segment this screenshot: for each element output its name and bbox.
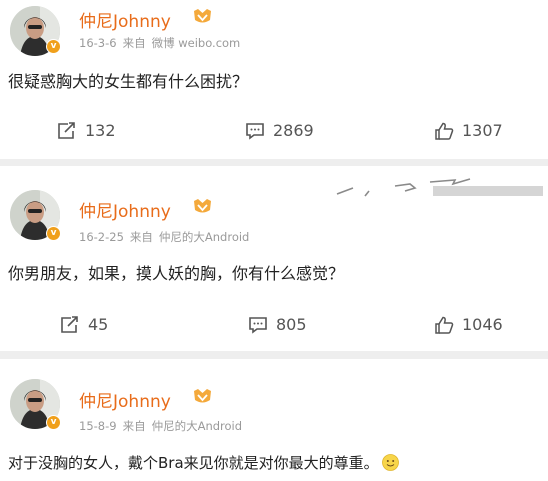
comment-count: 805	[276, 315, 307, 334]
repost-icon	[58, 121, 75, 139]
comment-icon	[249, 316, 267, 334]
username[interactable]: 仲尼Johnny	[79, 7, 171, 32]
post-meta: 16-3-6 来自 微博 weibo.com	[79, 35, 246, 51]
thumbs-up-icon	[435, 316, 454, 334]
like-button[interactable]: 1046	[434, 315, 503, 334]
repost-button[interactable]: 132	[57, 121, 116, 140]
repost-icon	[61, 315, 78, 333]
weibo-post: v 仲尼Johnny 15-8-9 来自 仲尼的大Android 对于没胸的女人，戴…	[0, 359, 548, 481]
weibo-post: v 仲尼Johnny 16-3-6 来自 微博 weibo.com 很疑惑胸大的女生…	[0, 0, 548, 159]
post-source[interactable]: 仲尼的大Android	[152, 419, 242, 433]
like-count: 1046	[462, 315, 503, 334]
comment-button[interactable]: 805	[248, 315, 307, 334]
username[interactable]: 仲尼Johnny	[79, 387, 171, 412]
post-source[interactable]: 微博 weibo.com	[152, 36, 241, 50]
post-text: 对于没胸的女人，戴个Bra来见你就是对你最大的尊重。	[8, 452, 399, 473]
verified-badge-icon: v	[46, 226, 61, 241]
post-date: 16-3-6	[79, 36, 117, 50]
member-badge-icon[interactable]	[193, 198, 212, 215]
thumbs-up-icon	[435, 122, 454, 140]
like-count: 1307	[462, 121, 503, 140]
post-meta: 15-8-9 来自 仲尼的大Android	[79, 418, 248, 434]
repost-button[interactable]: 45	[60, 315, 108, 334]
verified-badge-icon: v	[46, 39, 61, 54]
member-badge-icon[interactable]	[193, 8, 212, 25]
repost-count: 132	[85, 121, 116, 140]
member-badge-icon[interactable]	[193, 388, 212, 405]
smile-icon	[381, 454, 399, 471]
weibo-post: v 仲尼Johnny 16-2-25 来自 仲尼的大Android 你男朋友，如果，…	[0, 166, 548, 351]
post-date: 15-8-9	[79, 419, 117, 433]
post-text: 你男朋友，如果，摸人妖的胸，你有什么感觉？	[8, 264, 345, 283]
username[interactable]: 仲尼Johnny	[79, 197, 171, 222]
source-prefix: 来自	[122, 419, 146, 433]
post-text-body: 对于没胸的女人，戴个Bra来见你就是对你最大的尊重。	[8, 454, 379, 472]
post-source[interactable]: 仲尼的大Android	[159, 230, 249, 244]
repost-count: 45	[88, 315, 109, 334]
source-prefix: 来自	[122, 36, 146, 50]
post-text: 很疑惑胸大的女生都有什么困扰？	[8, 72, 249, 91]
scribble-mark	[336, 178, 543, 197]
like-button[interactable]: 1307	[434, 121, 503, 140]
comment-count: 2869	[273, 121, 314, 140]
weibo-feed: v 仲尼Johnny 16-3-6 来自 微博 weibo.com 很疑惑胸大的女生…	[0, 0, 548, 481]
verified-badge-icon: v	[46, 415, 61, 430]
comment-icon	[246, 122, 264, 140]
comment-button[interactable]: 2869	[245, 121, 314, 140]
source-prefix: 来自	[129, 230, 153, 244]
post-meta: 16-2-25 来自 仲尼的大Android	[79, 229, 255, 245]
post-date: 16-2-25	[79, 230, 124, 244]
